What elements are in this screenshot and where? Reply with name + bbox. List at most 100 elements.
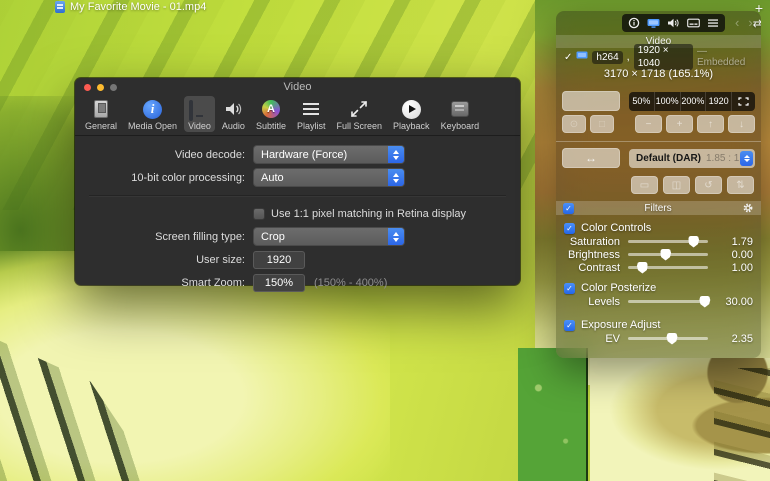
subtitle-icon: A — [262, 100, 280, 118]
saturation-slider[interactable] — [628, 240, 708, 243]
chevron-left-icon[interactable]: ‹ — [735, 17, 739, 29]
size-decrease-button[interactable]: − — [635, 115, 662, 133]
minimize-button[interactable] — [97, 84, 104, 91]
tab-keyboard[interactable]: Keyboard — [437, 96, 484, 132]
playlist-icon — [303, 103, 319, 115]
tab-audio[interactable]: Audio — [218, 96, 249, 132]
segment-50[interactable]: 50% — [629, 92, 654, 111]
retina-checkbox[interactable] — [253, 208, 265, 220]
slider-label: Contrast — [556, 262, 620, 274]
aspect-ratio-row: ↔ Default (DAR) 1.85 : 1 — [556, 148, 761, 168]
quick-settings-panel: ‹ › ⇄ ↻ Video ✓ h264 , 1920 × 1040 — Emb… — [556, 11, 761, 358]
ev-slider[interactable] — [628, 337, 708, 340]
tab-full-screen[interactable]: Full Screen — [333, 96, 387, 132]
smart-zoom-row: Smart Zoom: 150% (150% - 400%) — [75, 272, 520, 293]
audio-tab-icon[interactable] — [667, 17, 680, 29]
slider-thumb[interactable] — [667, 333, 678, 345]
plus-icon[interactable]: + — [755, 0, 763, 16]
fit-screen-icon[interactable] — [731, 92, 755, 111]
video-decode-popup[interactable]: Hardware (Force) — [253, 145, 405, 164]
form-divider — [89, 195, 506, 196]
plus-icon: + — [677, 119, 683, 130]
mirror-button[interactable]: ◫ — [663, 176, 690, 194]
traffic-lights — [84, 84, 117, 91]
shuffle-icon[interactable]: ⇄ — [753, 17, 761, 30]
crop-button[interactable]: ▭ — [631, 176, 658, 194]
tab-video[interactable]: Video — [184, 96, 215, 132]
tab-label: Audio — [222, 121, 245, 131]
tab-playback[interactable]: Playback — [389, 96, 434, 132]
video-decode-row: Video decode: Hardware (Force) — [75, 144, 520, 165]
track-origin: — Embedded — [697, 46, 753, 68]
rotate-button[interactable]: ↺ — [695, 176, 722, 194]
info-tab-icon[interactable] — [628, 17, 640, 29]
zoom-button — [110, 84, 117, 91]
filters-header: ✓ Filters — [556, 201, 761, 215]
screen-filling-row: Screen filling type: Crop — [75, 226, 520, 247]
codec-chip: h264 — [592, 51, 622, 64]
gear-icon[interactable] — [742, 202, 754, 214]
slider-thumb[interactable] — [699, 296, 710, 308]
crop-icon: ▭ — [640, 180, 649, 191]
smart-zoom-field[interactable]: 150% — [253, 274, 305, 292]
panel-tabs — [622, 14, 725, 32]
segment-200[interactable]: 200% — [680, 92, 706, 111]
exposure-adjust-group: ✓ Exposure Adjust — [556, 318, 761, 332]
move-down-button[interactable]: ↓ — [728, 115, 755, 133]
size-tool-button-2[interactable]: □ — [590, 115, 614, 133]
tab-subtitle[interactable]: A Subtitle — [252, 96, 290, 132]
smart-zoom-label: Smart Zoom: — [75, 277, 245, 289]
filters-title: Filters — [574, 203, 742, 214]
group-label: Exposure Adjust — [581, 319, 661, 331]
brightness-slider-row: Brightness 0.00 — [556, 248, 761, 261]
video-tab-icon[interactable] — [647, 17, 660, 29]
slider-value: 1.00 — [716, 262, 753, 274]
background-green-strip — [518, 348, 588, 481]
move-up-button[interactable]: ↑ — [697, 115, 724, 133]
tool-icon: ⊙ — [570, 119, 578, 130]
size-action-button[interactable] — [562, 91, 620, 111]
user-size-row: User size: 1920 — [75, 249, 520, 270]
user-size-field[interactable]: 1920 — [253, 251, 305, 269]
tab-playlist[interactable]: Playlist — [293, 96, 330, 132]
levels-slider[interactable] — [628, 300, 708, 303]
slider-thumb[interactable] — [660, 249, 671, 261]
color-posterize-group: ✓ Color Posterize — [556, 281, 761, 295]
screen-filling-value: Crop — [261, 231, 285, 243]
tab-general[interactable]: General — [81, 96, 121, 132]
retina-label: Use 1:1 pixel matching in Retina display — [271, 208, 466, 220]
tab-label: Playlist — [297, 121, 326, 131]
popup-stepper-icon — [388, 228, 404, 245]
contrast-slider[interactable] — [628, 266, 708, 269]
video-track-row[interactable]: ✓ h264 , 1920 × 1040 — Embedded — [556, 49, 761, 65]
segment-100[interactable]: 100% — [654, 92, 680, 111]
close-button[interactable] — [84, 84, 91, 91]
color-controls-checkbox[interactable]: ✓ — [564, 223, 575, 234]
slider-thumb[interactable] — [688, 236, 699, 248]
info-circle-icon: i — [143, 100, 162, 119]
filters-enabled-checkbox[interactable]: ✓ — [563, 203, 574, 214]
screen-filling-popup[interactable]: Crop — [253, 227, 405, 246]
size-increase-button[interactable]: + — [666, 115, 693, 133]
horizontal-arrows-icon: ↔ — [585, 151, 597, 165]
color-posterize-checkbox[interactable]: ✓ — [564, 283, 575, 294]
subtitle-tab-icon[interactable] — [687, 17, 700, 29]
rotate-icon: ↺ — [704, 180, 712, 191]
slider-thumb[interactable] — [637, 262, 648, 274]
minus-icon: − — [646, 119, 652, 130]
tenbit-value: Auto — [261, 172, 284, 184]
file-icon — [55, 1, 65, 13]
scaled-size-readout: 3170 × 1718 (165.1%) — [556, 68, 761, 80]
tab-media-open[interactable]: i Media Open — [124, 96, 181, 132]
tenbit-popup[interactable]: Auto — [253, 168, 405, 187]
aspect-stretch-button[interactable]: ↔ — [562, 148, 620, 168]
rotate-flip-row: ▭ ◫ ↺ ⇅ — [556, 176, 761, 194]
flip-button[interactable]: ⇅ — [727, 176, 754, 194]
window-title: My Favorite Movie - 01.mp4 — [70, 1, 206, 13]
aspect-ratio-popup[interactable]: Default (DAR) 1.85 : 1 — [629, 149, 755, 168]
exposure-adjust-checkbox[interactable]: ✓ — [564, 320, 575, 331]
segment-1920[interactable]: 1920 — [705, 92, 731, 111]
size-tool-button-1[interactable]: ⊙ — [562, 115, 586, 133]
brightness-slider[interactable] — [628, 253, 708, 256]
playlist-tab-icon[interactable] — [707, 17, 719, 29]
